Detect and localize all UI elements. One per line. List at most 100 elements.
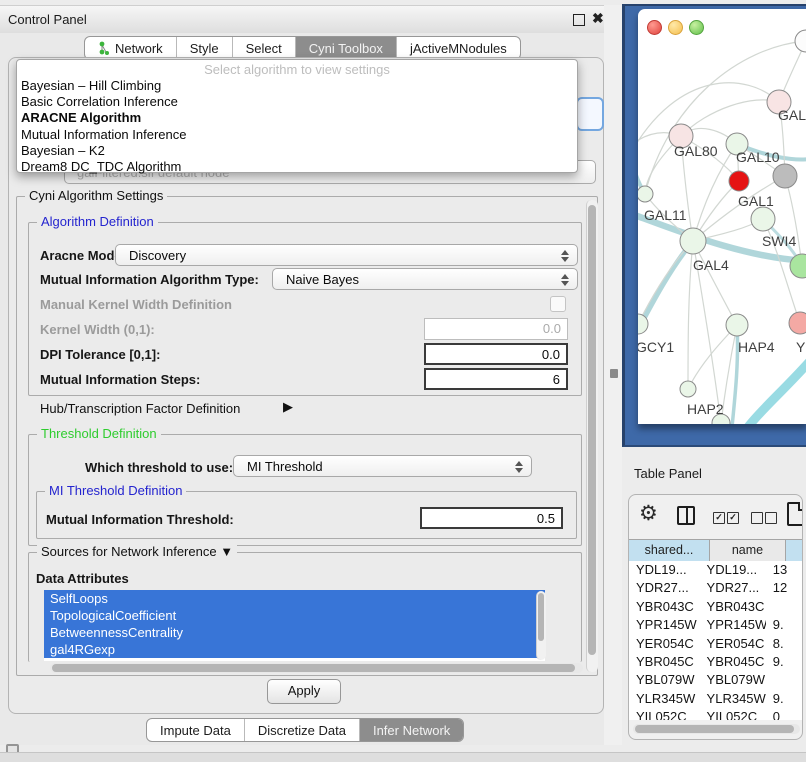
collapse-down-icon[interactable]: ▼ [220,544,233,559]
attributes-scrollbar-thumb[interactable] [538,593,544,641]
algorithm-option[interactable]: Bayesian – K2 [17,143,577,159]
divider-collapse-handle[interactable] [610,369,618,378]
table-row[interactable]: YBR043CYBR043C [629,598,802,616]
apply-button[interactable]: Apply [267,679,341,704]
attributes-scrollbar-track[interactable] [536,591,546,660]
mi-threshold-label: Mutual Information Threshold: [46,512,234,527]
network-node[interactable] [751,207,775,231]
attribute-item-selected[interactable]: TopologicalCoefficient [44,607,545,624]
network-node[interactable] [726,314,748,336]
settings-scrollbar-track[interactable] [586,200,598,672]
bottom-panel-strip [0,752,806,762]
tab-select[interactable]: Select [232,37,295,59]
table-row[interactable]: YER054CYER054C8. [629,635,802,653]
which-threshold-combo[interactable]: MI Threshold [233,455,532,477]
algorithm-option[interactable]: Dream8 DC_TDC Algorithm [17,159,577,175]
sources-title[interactable]: Sources for Network Inference ▼ [37,544,237,559]
expand-right-icon[interactable]: ▶ [283,399,293,415]
table-row[interactable]: YIL052CYIL052C0 [629,708,802,720]
algorithm-option[interactable]: Bayesian – Hill Climbing [17,78,577,94]
aracne-mode-combo[interactable]: Discovery [115,244,578,266]
zoom-window-icon[interactable] [689,20,704,35]
column-header-shared[interactable]: shared... [629,540,710,561]
mi-threshold-group-title: MI Threshold Definition [45,483,186,498]
node-label: GAL1 [738,193,774,209]
unchecked-checkbox-icon[interactable] [751,512,763,524]
dpi-tolerance-field[interactable]: 0.0 [424,343,568,365]
mi-steps-field[interactable]: 6 [424,368,568,390]
network-view-window[interactable]: GALGAL80GAL10GAL1GAL11SWI4GAL4GCY1HAP4YH… [638,9,806,424]
table-cell: YDR27... [700,579,766,597]
screenshot-root: Control Panel ✖ Network StyleSelectCyni T… [0,0,806,762]
network-node[interactable] [789,312,806,334]
checked-checkbox-icon[interactable]: ✓ [727,512,739,524]
network-node[interactable] [680,228,706,254]
bottom-tab-discretize-data[interactable]: Discretize Data [244,719,359,741]
network-node[interactable] [773,164,797,188]
settings-hscrollbar-track[interactable] [50,663,583,673]
control-panel-title: Control Panel [8,12,87,27]
column-header-a[interactable]: A [786,540,803,561]
attribute-item-selected[interactable]: BetweennessCentrality [44,624,545,641]
mi-type-label: Mutual Information Algorithm Type: [40,272,259,287]
gear-icon[interactable]: ⚙ [639,501,658,526]
unchecked-checkbox-icon[interactable] [765,512,777,524]
table-row[interactable]: YLR345WYLR345W9. [629,690,802,708]
data-attributes-label: Data Attributes [36,571,129,586]
table-cell: YER054C [700,635,766,653]
table-row[interactable]: YPR145WYPR145W9. [629,616,802,634]
attribute-item-selected[interactable]: gal4RGexp [44,641,545,658]
kernel-width-field[interactable]: 0.0 [424,318,568,340]
minimize-window-icon[interactable] [668,20,683,35]
network-node[interactable] [729,171,749,191]
algorithm-option[interactable]: Mutual Information Inference [17,127,577,143]
mi-threshold-field[interactable]: 0.5 [420,507,563,529]
table-cell: YIL052C [700,708,766,720]
checked-checkbox-icon[interactable]: ✓ [713,512,725,524]
settings-scrollbar-thumb[interactable] [588,205,596,655]
data-attributes-list[interactable]: SelfLoopsTopologicalCoefficientBetweenne… [44,590,545,661]
table-cell: YBL079W [700,671,766,689]
tab-label: jActiveMNodules [410,41,507,56]
table-row[interactable]: YBL079WYBL079W [629,671,802,689]
table-hscrollbar-track[interactable] [633,724,800,734]
node-label: GAL11 [644,207,687,223]
mi-type-combo[interactable]: Naive Bayes [272,268,578,290]
close-panel-icon[interactable]: ✖ [592,10,604,27]
table-cell: YBR043C [629,598,700,616]
network-node[interactable] [638,186,653,202]
document-icon[interactable] [787,502,803,526]
columns-icon[interactable] [677,506,695,525]
algorithm-option[interactable]: Basic Correlation Inference [17,94,577,110]
table-cell: YPR145W [700,616,766,634]
algorithm-option[interactable]: ARACNE Algorithm [17,110,577,126]
table-cell: YDL19... [629,561,700,579]
tab-label: Impute Data [160,723,231,738]
table-cell: YER054C [629,635,700,653]
node-label: HAP2 [687,401,724,417]
tab-cyni-toolbox[interactable]: Cyni Toolbox [295,37,396,59]
tab-label: Network [115,41,163,56]
tab-style[interactable]: Style [176,37,232,59]
close-window-icon[interactable] [647,20,662,35]
manual-kernel-checkbox[interactable] [550,296,566,312]
table-cell: YBL079W [629,671,700,689]
attribute-item-selected[interactable]: SelfLoops [44,590,545,607]
table-row[interactable]: YDR27...YDR27...12 [629,579,802,597]
which-threshold-label: Which threshold to use: [85,460,233,475]
bottom-tab-impute-data[interactable]: Impute Data [147,719,244,741]
column-header-name[interactable]: name [710,540,786,561]
network-node[interactable] [680,381,696,397]
tab-jactivemnodules[interactable]: jActiveMNodules [396,37,520,59]
table-row[interactable]: YDL19...YDL19...13 [629,561,802,579]
table-row[interactable]: YBR045CYBR045C9. [629,653,802,671]
hub-definition-label[interactable]: Hub/Transcription Factor Definition [40,401,240,416]
bottom-tab-infer-network[interactable]: Infer Network [359,719,463,741]
network-canvas[interactable]: GALGAL80GAL10GAL1GAL11SWI4GAL4GCY1HAP4YH… [638,9,806,424]
network-node[interactable] [795,30,806,52]
float-panel-icon[interactable] [573,14,585,26]
combo-arrows-icon [561,273,569,287]
table-hscrollbar-thumb[interactable] [635,725,794,733]
settings-hscrollbar-thumb[interactable] [52,664,575,672]
tab-network[interactable]: Network [85,37,176,59]
